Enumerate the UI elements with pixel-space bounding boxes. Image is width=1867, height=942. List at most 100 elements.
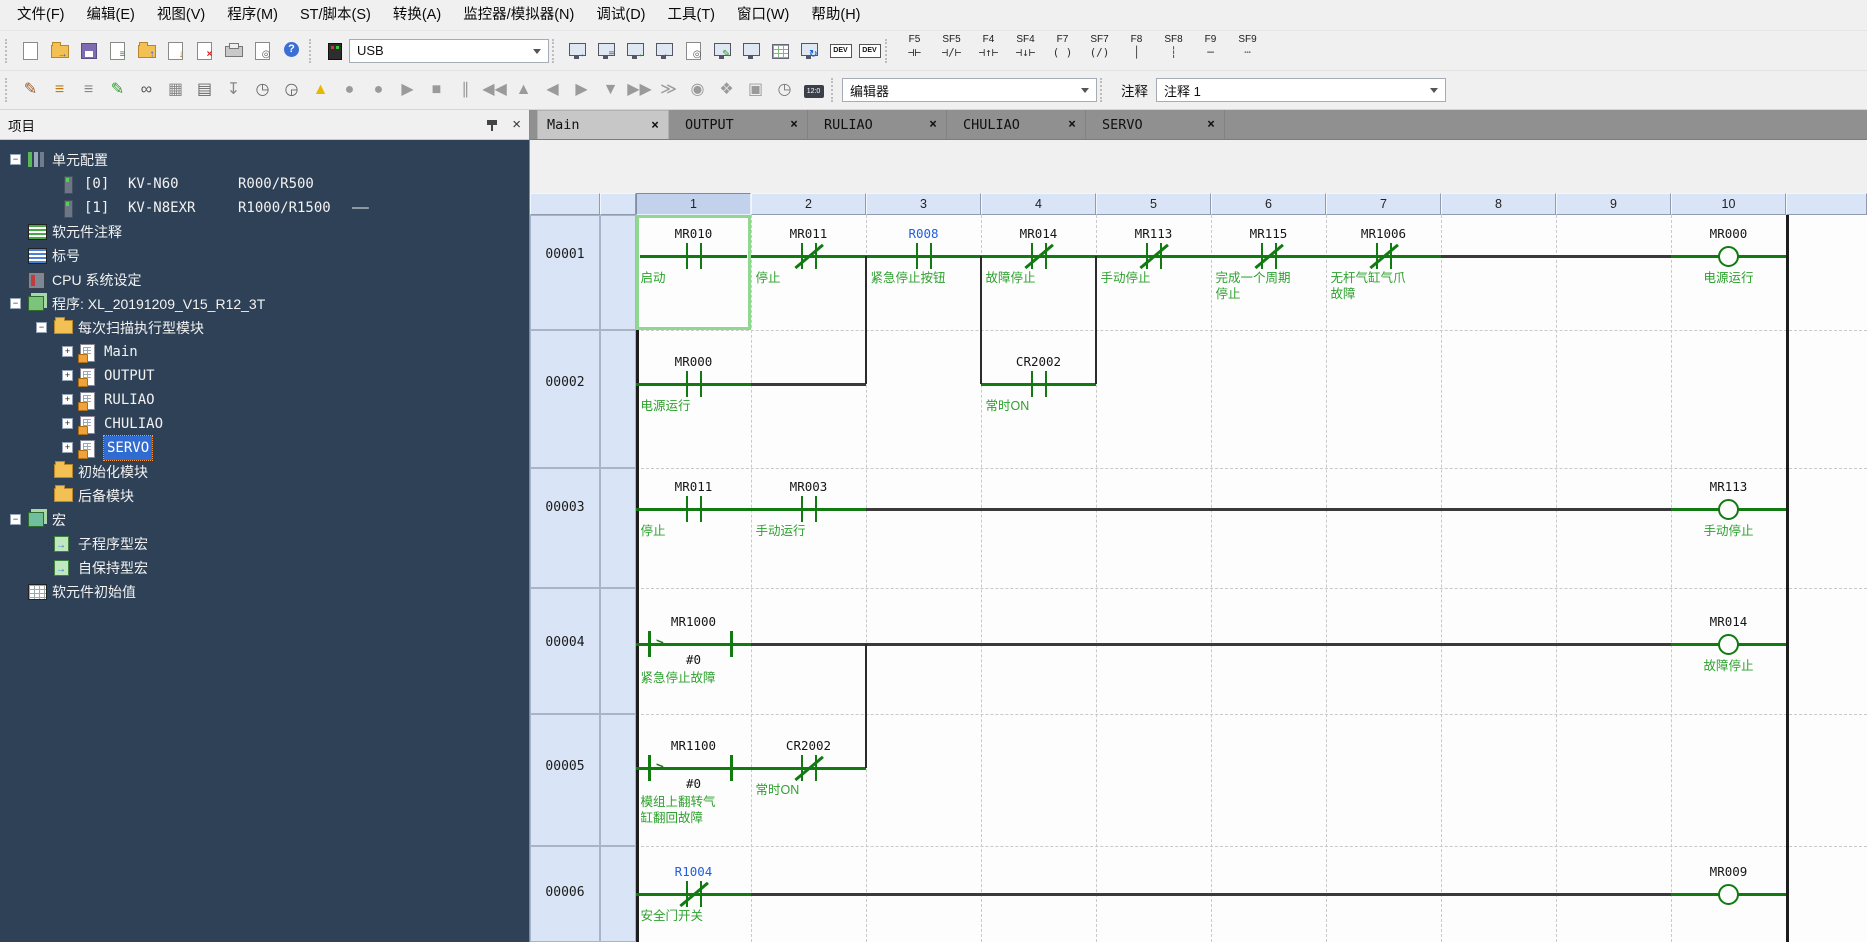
new-file-icon[interactable] [16,36,45,65]
tree-item-CPU-系统设定[interactable]: CPU 系统设定 [0,268,529,292]
fkey-button-f4[interactable]: F4 ⊣↑⊢ [970,33,1007,68]
usage-list-icon[interactable]: ▤ [190,76,219,105]
stopwatch-icon[interactable]: ◷ [770,76,799,105]
simulator-edit-icon[interactable]: ✎ [708,36,737,65]
save-to-plc-icon[interactable]: ↓ [161,36,190,65]
menu-item-3[interactable]: 视图(V) [146,0,216,30]
tree-item-每次扫描执行型模块[interactable]: − 每次扫描执行型模块 [0,316,529,340]
column-header-9[interactable]: 9 [1556,193,1671,215]
expand-toggle-icon[interactable]: + [62,346,73,357]
skip-to-start-icon[interactable]: ◀◀ [480,76,509,105]
pc-timing-icon[interactable]: ◷ [248,76,277,105]
tab-servo[interactable]: SERVO × [1093,110,1225,139]
column-header-2[interactable]: 2 [751,193,866,215]
tab-close-icon[interactable]: × [1207,117,1215,132]
tab-close-icon[interactable]: × [790,117,798,132]
menu-item-8[interactable]: 调试(D) [585,0,656,30]
column-header-7[interactable]: 7 [1326,193,1441,215]
fkey-button-sf8[interactable]: SF8 ┆ [1155,33,1192,68]
collapse-toggle-icon[interactable]: − [10,154,21,165]
tree-item-单元配置[interactable]: − 单元配置 [0,148,529,172]
fkey-button-f5[interactable]: F5 ⊣⊢ [896,33,933,68]
tab-chuliao[interactable]: CHULIAO × [954,110,1086,139]
advance-icon[interactable]: ≫ [654,76,683,105]
tree-item-Main[interactable]: + Main [0,340,529,364]
column-header-8[interactable]: 8 [1441,193,1556,215]
menu-item-11[interactable]: 帮助(H) [800,0,871,30]
help-icon[interactable]: ? [277,36,306,65]
column-header-10[interactable]: 10 [1671,193,1786,215]
menu-item-6[interactable]: 转换(A) [382,0,452,30]
pause-icon[interactable]: ∥ [451,76,480,105]
usb-device-icon[interactable] [320,36,349,65]
label-list-icon[interactable]: ≡ [74,76,103,105]
fkey-button-sf9[interactable]: SF9 ┄ [1229,33,1266,68]
save-project-icon[interactable] [74,36,103,65]
fkey-button-sf5[interactable]: SF5 ⊣/⊢ [933,33,970,68]
tree-item-子程序型宏[interactable]: 子程序型宏 [0,532,529,558]
fkey-button-f7[interactable]: F7( ) [1044,33,1081,68]
dev-monitor-icon[interactable]: DEV [824,36,853,65]
view-glasses-icon[interactable]: ∞ [132,76,161,105]
editor-mode-select[interactable]: 编辑器 [842,78,1097,102]
pc-warning-icon[interactable]: ▲ [306,76,335,105]
play-icon[interactable]: ▶ [393,76,422,105]
pin-icon[interactable] [486,118,498,132]
rung-number-cell[interactable] [530,330,600,468]
tree-item-自保持型宏[interactable]: 自保持型宏 [0,556,529,582]
tab-output[interactable]: OUTPUT × [676,110,808,139]
tree-item-KV-N8EXR[interactable]: [1] KV-N8EXR R1000/R1500 —— [0,196,529,220]
collapse-toggle-icon[interactable]: − [36,322,47,333]
time-chart-icon[interactable]: 12:0 [799,76,828,105]
tab-main[interactable]: Main × [537,110,669,139]
menu-item-9[interactable]: 工具(T) [657,0,727,30]
close-panel-icon[interactable]: × [512,117,521,132]
step-up-icon[interactable]: ▲ [509,76,538,105]
collapse-toggle-icon[interactable]: − [10,514,21,525]
menu-item-5[interactable]: ST/脚本(S) [289,0,382,30]
tree-item-OUTPUT[interactable]: + OUTPUT [0,364,529,388]
expand-toggle-icon[interactable]: + [62,442,73,453]
menu-item-4[interactable]: 程序(M) [216,0,289,30]
tree-item-初始化模块[interactable]: 初始化模块 [0,460,529,484]
column-header-3[interactable]: 3 [866,193,981,215]
rung-number-cell[interactable] [530,714,600,846]
collapse-toggle-icon[interactable]: − [10,298,21,309]
device-table-icon[interactable] [766,36,795,65]
step-back-icon[interactable]: ◀ [538,76,567,105]
column-header-5[interactable]: 5 [1096,193,1211,215]
menu-item-2[interactable]: 编辑(E) [76,0,146,30]
expand-toggle-icon[interactable]: + [62,418,73,429]
expand-toggle-icon[interactable]: + [62,394,73,405]
ladder-editor[interactable]: 1 2 3 4 5 6 7 8 9 10 00001 00002 00003 00004 00005 0000… [530,140,1867,942]
read-from-plc-icon[interactable]: ← [650,36,679,65]
tab-close-icon[interactable]: × [929,117,937,132]
device-comment-list-icon[interactable]: ≡ [45,76,74,105]
column-header-6[interactable]: 6 [1211,193,1326,215]
stop-icon[interactable]: ■ [422,76,451,105]
fkey-button-f8[interactable]: F8 │ [1118,33,1155,68]
menu-item-1[interactable]: 文件(F) [6,0,76,30]
rung-number-cell[interactable] [530,215,600,330]
tree-item-软元件初始值[interactable]: 软元件初始值 [0,580,529,604]
tab-ruliao[interactable]: RULIAO × [815,110,947,139]
column-header-4[interactable]: 4 [981,193,1096,215]
fkey-button-sf7[interactable]: SF7 (/) [1081,33,1118,68]
pause-hand-icon[interactable]: ❖ [712,76,741,105]
drag-tool-icon[interactable]: ↧ [219,76,248,105]
comm-route-select[interactable]: USB [349,38,549,63]
load-from-plc-icon[interactable]: ↑ [132,36,161,65]
device-register-icon[interactable]: ≡ [103,36,132,65]
doc-timing-icon[interactable]: ◶ [277,76,306,105]
column-header-1[interactable]: 1 [636,193,751,215]
record-alt-icon[interactable]: ● [364,76,393,105]
tree-item-程序-XL-20191209-V15-R12-3T[interactable]: − 程序: XL_20191209_V15_R12_3T [0,292,529,316]
open-project-icon[interactable]: → [45,36,74,65]
tree-item-SERVO[interactable]: + SERVO [0,435,529,461]
script-edit-icon[interactable]: ✎ [103,76,132,105]
monitor-search-icon[interactable]: ◎ [679,36,708,65]
pc-program-icon[interactable]: ≡ [592,36,621,65]
menu-item-10[interactable]: 窗口(W) [726,0,800,30]
print-icon[interactable] [219,36,248,65]
step-forward-icon[interactable]: ▶ [567,76,596,105]
